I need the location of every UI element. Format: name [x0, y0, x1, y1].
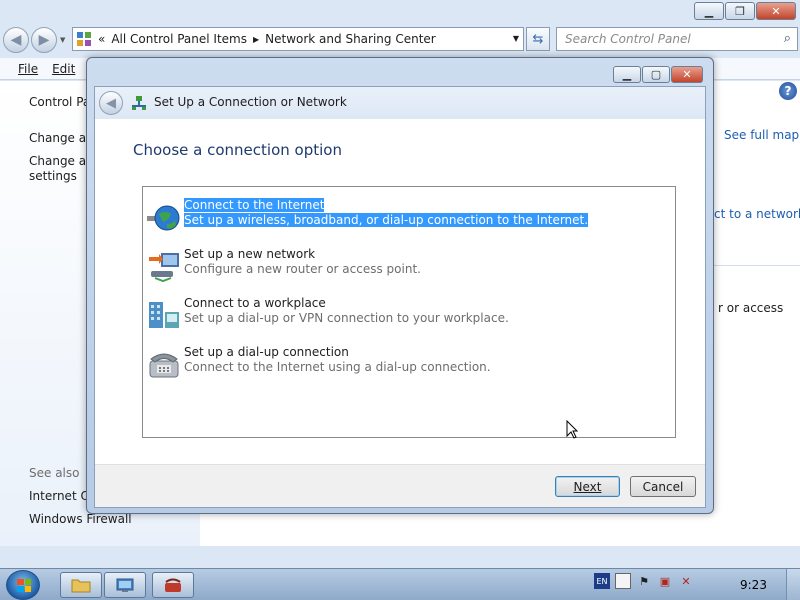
- maximize-button[interactable]: ❐: [725, 2, 755, 20]
- dialog-content: ◀ Set Up a Connection or Network Choose …: [94, 86, 706, 508]
- change-advanced-sharing-link-line2[interactable]: settings: [29, 169, 77, 183]
- minimize-button[interactable]: ▁: [694, 2, 724, 20]
- option-title: Set up a dial-up connection: [184, 345, 349, 359]
- system-tray: EN ⚑ ▣ ✕: [594, 573, 694, 589]
- search-placeholder: Search Control Panel: [565, 32, 691, 46]
- navigation-bar: ◀ ▶ ▼ « All Control Panel Items ▶ Networ…: [0, 24, 800, 56]
- control-panel-icon: [77, 32, 91, 46]
- dialog-back-button[interactable]: ◀: [99, 91, 123, 115]
- option-description: Set up a dial-up or VPN connection to yo…: [184, 311, 509, 325]
- control-panel-home-link[interactable]: Control Pa: [29, 95, 90, 109]
- option-title: Connect to the Internet: [184, 198, 325, 212]
- dialog-footer: Next Cancel: [95, 464, 705, 507]
- option-description: Set up a wireless, broadband, or dial-up…: [184, 213, 589, 227]
- next-button[interactable]: Next: [555, 476, 620, 497]
- option-dialup-connection[interactable]: Set up a dial-up connection Connect to t…: [147, 345, 667, 385]
- option-connect-workplace[interactable]: Connect to a workplace Set up a dial-up …: [147, 296, 667, 336]
- address-bar[interactable]: « All Control Panel Items ▶ Network and …: [72, 27, 524, 51]
- mouse-cursor-icon: [566, 420, 578, 439]
- see-full-map-link[interactable]: See full map: [724, 128, 799, 142]
- volume-muted-icon[interactable]: ✕: [678, 573, 694, 589]
- dialog-title: Set Up a Connection or Network: [154, 95, 347, 109]
- see-also-heading: See also: [29, 466, 80, 480]
- start-button[interactable]: [6, 570, 40, 600]
- search-icon[interactable]: ⌕: [784, 31, 791, 46]
- address-dropdown-icon[interactable]: ▼: [513, 34, 519, 43]
- next-button-label: Next: [573, 479, 602, 494]
- address-segment-network-center[interactable]: Network and Sharing Center: [265, 32, 436, 46]
- back-arrow-icon: ◀: [106, 95, 116, 111]
- dialog-maximize-button[interactable]: ▢: [642, 66, 670, 83]
- notepad-icon[interactable]: [615, 573, 631, 589]
- search-input[interactable]: Search Control Panel ⌕: [556, 27, 798, 51]
- address-segment-all-items[interactable]: All Control Panel Items: [111, 32, 247, 46]
- close-button[interactable]: ✕: [756, 2, 796, 20]
- taskbar-control-panel-button[interactable]: [104, 572, 146, 598]
- option-new-network[interactable]: Set up a new network Configure a new rou…: [147, 247, 667, 287]
- option-description: Configure a new router or access point.: [184, 262, 421, 276]
- option-description: Connect to the Internet using a dial-up …: [184, 360, 491, 374]
- router-access-text: r or access: [718, 301, 784, 315]
- setup-connection-dialog: ▁ ▢ ✕ ◀ Set Up a Connection or Network C…: [86, 57, 714, 514]
- forward-button[interactable]: ▶: [31, 27, 57, 53]
- clock[interactable]: 9:23: [740, 578, 767, 592]
- option-title: Set up a new network: [184, 247, 316, 261]
- network-tray-icon[interactable]: ▣: [657, 573, 673, 589]
- globe-icon: [147, 205, 180, 231]
- divider: [714, 265, 800, 266]
- refresh-icon: ⇆: [532, 31, 544, 47]
- menu-edit[interactable]: Edit: [52, 62, 75, 76]
- breadcrumb-chevron-icon[interactable]: ▶: [253, 35, 259, 44]
- dialog-heading: Choose a connection option: [133, 141, 342, 159]
- phone-icon: [149, 353, 179, 378]
- help-icon[interactable]: ?: [779, 82, 797, 100]
- option-title: Connect to a workplace: [184, 296, 326, 310]
- windows-firewall-link[interactable]: Windows Firewall: [29, 512, 132, 526]
- windows-logo-icon: [17, 579, 31, 592]
- taskbar-setup-wizard-button[interactable]: [152, 572, 194, 598]
- refresh-button[interactable]: ⇆: [526, 27, 550, 51]
- show-desktop-button[interactable]: [786, 569, 800, 600]
- back-button[interactable]: ◀: [3, 27, 29, 53]
- connection-option-list[interactable]: Connect to the Internet Set up a wireles…: [142, 186, 676, 438]
- dialog-caption-buttons: ▁ ▢ ✕: [613, 66, 703, 83]
- control-panel-icon: [116, 578, 134, 592]
- language-icon[interactable]: EN: [594, 573, 610, 589]
- dialup-icon: [165, 578, 181, 592]
- change-adapter-settings-link[interactable]: Change ad: [29, 131, 94, 145]
- network-icon: [132, 96, 146, 110]
- taskbar-explorer-button[interactable]: [60, 572, 102, 598]
- address-overflow[interactable]: «: [98, 32, 105, 46]
- option-connect-internet[interactable]: Connect to the Internet Set up a wireles…: [147, 198, 667, 238]
- folder-icon: [71, 579, 91, 593]
- recent-pages-dropdown[interactable]: ▼: [60, 36, 65, 44]
- taskbar: EN ⚑ ▣ ✕ 9:23: [0, 568, 800, 600]
- connect-to-network-link[interactable]: ct to a network: [714, 207, 800, 221]
- router-icon: [149, 253, 179, 283]
- change-advanced-sharing-link[interactable]: Change ad: [29, 154, 94, 168]
- window-caption-buttons: ▁ ❐ ✕: [694, 2, 796, 20]
- dialog-close-button[interactable]: ✕: [671, 66, 703, 83]
- cancel-button-label: Cancel: [642, 479, 684, 494]
- cancel-button[interactable]: Cancel: [630, 476, 696, 497]
- workplace-icon: [149, 302, 179, 328]
- forward-arrow-icon: ▶: [38, 32, 50, 48]
- action-center-flag-icon[interactable]: ⚑: [636, 573, 652, 589]
- back-arrow-icon: ◀: [10, 32, 22, 48]
- dialog-minimize-button[interactable]: ▁: [613, 66, 641, 83]
- dialog-header: ◀ Set Up a Connection or Network: [95, 87, 705, 119]
- menu-file[interactable]: File: [18, 62, 38, 76]
